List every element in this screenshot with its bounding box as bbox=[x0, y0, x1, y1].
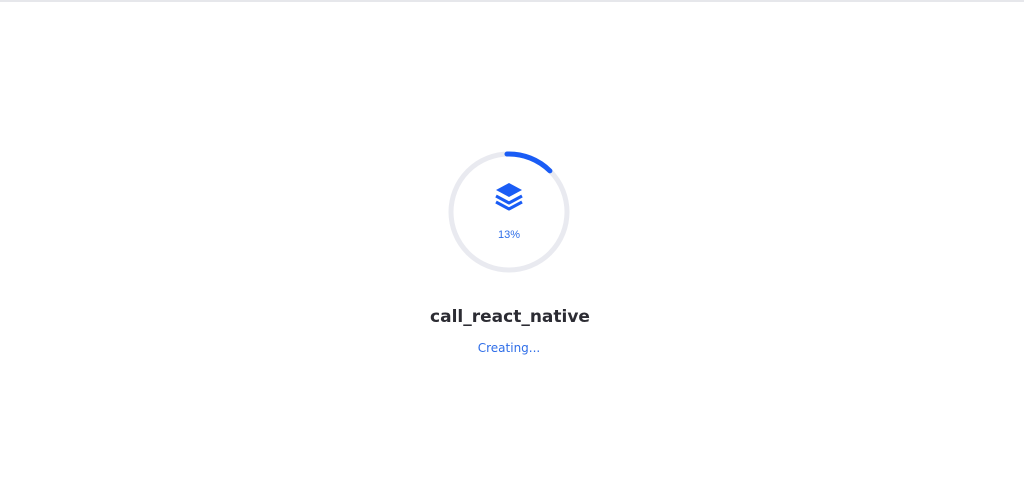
layers-icon bbox=[495, 182, 523, 212]
status-text: Creating... bbox=[477, 341, 541, 355]
progress-percent: 13% bbox=[497, 229, 521, 241]
loading-screen: 13% call_react_native Creating... bbox=[0, 0, 1024, 493]
project-name: call_react_native bbox=[430, 307, 590, 327]
